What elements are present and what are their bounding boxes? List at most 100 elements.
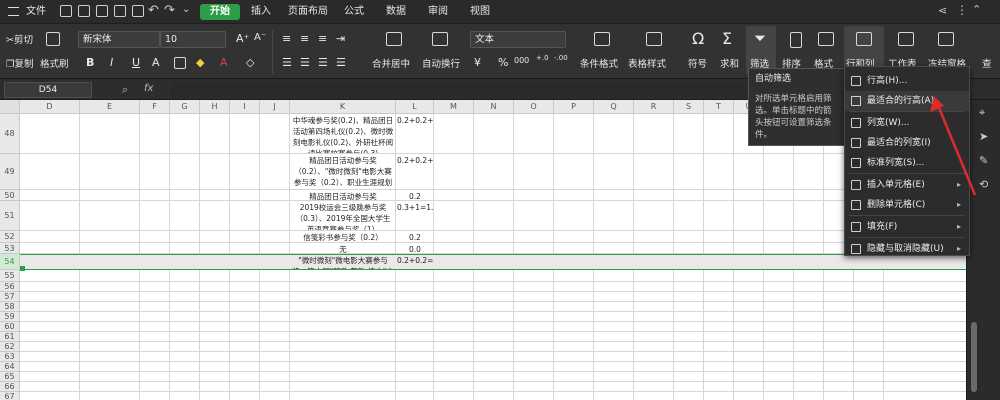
select-all-corner[interactable]	[0, 100, 20, 114]
row-header[interactable]: 57	[0, 292, 20, 302]
border-icon[interactable]	[174, 57, 186, 69]
row-header[interactable]: 56	[0, 282, 20, 292]
column-header-e[interactable]: E	[80, 100, 140, 114]
tab-start[interactable]: 开始	[200, 4, 240, 20]
vertical-scrollbar[interactable]	[971, 322, 977, 392]
column-header-t[interactable]: T	[704, 100, 734, 114]
bold-button[interactable]: B	[86, 56, 94, 69]
wrap-text-icon[interactable]	[432, 32, 448, 46]
cell-l[interactable]	[397, 271, 433, 281]
row-header[interactable]: 67	[0, 392, 20, 400]
cell-k[interactable]	[292, 353, 394, 361]
row-header[interactable]: 65	[0, 372, 20, 382]
cell-k[interactable]	[292, 323, 394, 331]
more-icon[interactable]: ⋮	[956, 3, 968, 17]
cell-k[interactable]: 精品团日活动参与奖	[292, 191, 394, 200]
cell-l[interactable]	[397, 393, 433, 400]
decrease-font-icon[interactable]: A⁻	[254, 32, 266, 43]
column-header-h[interactable]: H	[200, 100, 230, 114]
zoom-search-icon[interactable]: ⌕	[122, 83, 128, 97]
cell-k[interactable]	[292, 313, 394, 321]
cell-k[interactable]	[292, 383, 394, 391]
select-arrow-icon[interactable]: ⌖	[979, 106, 985, 120]
row-header[interactable]: 59	[0, 312, 20, 322]
currency-icon[interactable]: ¥	[474, 56, 481, 69]
column-header-k[interactable]: K	[290, 100, 396, 114]
fx-label[interactable]: fx	[144, 83, 153, 94]
paintbrush-icon[interactable]	[46, 32, 60, 46]
cell-k[interactable]: 中华魂参与奖(0.2)、精品团日活动第四场礼仪(0.2)、微时微刻电影礼仪(0.…	[292, 115, 394, 153]
cell-k[interactable]: 2019校运会三级跳参与奖（0.3）、2019年全国大学生英语竞赛参与奖（1）	[292, 202, 394, 230]
cell-k[interactable]	[292, 271, 394, 281]
strikethrough-button[interactable]: A	[152, 56, 160, 69]
align-left-icon[interactable]: ☰	[282, 56, 292, 69]
cell-k[interactable]: 精品团日活动参与奖（0.2）、"微时微刻"电影大赛参与奖（0.2）、职业生涯规划…	[292, 155, 394, 189]
row-header[interactable]: 50	[0, 190, 20, 201]
conditional-format-icon[interactable]	[594, 32, 610, 46]
row-header[interactable]: 58	[0, 302, 20, 312]
menu-icon[interactable]	[8, 7, 19, 16]
conditional-format-button[interactable]: 条件格式	[580, 56, 618, 70]
menu-item-column-width[interactable]: 列宽(W)...	[845, 113, 969, 133]
thousands-button[interactable]: 000	[514, 56, 529, 65]
menu-item-delete-cell[interactable]: 删除单元格(C) ▸	[845, 195, 969, 215]
decrease-decimal-button[interactable]: -.00	[554, 54, 568, 62]
font-size-select[interactable]: 10	[160, 31, 226, 48]
undo-icon[interactable]: ↶	[148, 3, 159, 18]
freeze-pane-icon[interactable]	[938, 32, 954, 46]
cell-k[interactable]	[292, 283, 394, 291]
column-header-p[interactable]: P	[554, 100, 594, 114]
italic-button[interactable]: I	[110, 56, 113, 69]
comment-icon[interactable]: ✎	[979, 154, 988, 167]
cut-button[interactable]: ✂剪切	[6, 32, 33, 46]
font-name-select[interactable]: 新宋体	[78, 31, 160, 48]
column-header-r[interactable]: R	[634, 100, 674, 114]
row-header[interactable]: 60	[0, 322, 20, 332]
export-icon[interactable]	[96, 5, 108, 17]
cell-l[interactable]: 0.2+0.2=0.4	[397, 255, 433, 269]
row-header[interactable]: 61	[0, 332, 20, 342]
column-header-n[interactable]: N	[474, 100, 514, 114]
find-button[interactable]: 查	[982, 56, 992, 70]
cell-l[interactable]	[397, 333, 433, 341]
percent-button[interactable]: %	[498, 56, 508, 69]
cell-l[interactable]: 0.2	[397, 232, 433, 242]
cell-l[interactable]	[397, 303, 433, 311]
cell-k[interactable]: 无	[292, 244, 394, 253]
format-icon[interactable]	[818, 32, 834, 46]
funnel-filter-icon[interactable]: ⏷	[754, 29, 766, 47]
increase-font-icon[interactable]: A⁺	[236, 32, 249, 45]
wrap-text-button[interactable]: 自动换行	[422, 56, 460, 70]
cell-l[interactable]	[397, 343, 433, 351]
menu-item-hide-unhide[interactable]: 隐藏与取消隐藏(U) ▸	[845, 239, 969, 259]
align-top-icon[interactable]: ≡	[282, 32, 291, 45]
menu-item-best-fit-column[interactable]: 最适合的列宽(I)	[845, 133, 969, 153]
column-header-g[interactable]: G	[170, 100, 200, 114]
merge-cells-icon[interactable]	[386, 32, 402, 46]
chevron-down-icon[interactable]: ⌄	[182, 4, 190, 15]
column-header-s[interactable]: S	[674, 100, 704, 114]
active-cell-handle[interactable]	[20, 266, 25, 271]
save-icon[interactable]	[78, 5, 90, 17]
cell-l[interactable]	[397, 373, 433, 381]
menu-file[interactable]: 文件	[20, 4, 52, 20]
merge-center-button[interactable]: 合并居中	[372, 56, 410, 70]
print-icon[interactable]	[114, 5, 126, 17]
row-header[interactable]: 54	[0, 254, 20, 270]
cell-k[interactable]	[292, 343, 394, 351]
number-format-select[interactable]: 文本	[470, 31, 566, 48]
name-box[interactable]: D54	[4, 82, 92, 98]
cell-l[interactable]: 0.2+0.2+0.2+0.3=0.9	[397, 115, 433, 153]
menu-item-insert-cell[interactable]: 插入单元格(E) ▸	[845, 175, 969, 195]
table-style-button[interactable]: 表格样式	[628, 56, 666, 70]
row-header[interactable]: 52	[0, 231, 20, 243]
cell-k[interactable]	[292, 363, 394, 371]
row-header[interactable]: 55	[0, 270, 20, 282]
clear-format-icon[interactable]: ◇	[246, 56, 254, 69]
cell-l[interactable]: 0.3+1=1.3	[397, 202, 433, 230]
font-color-icon[interactable]: A	[220, 56, 228, 69]
column-header-i[interactable]: I	[230, 100, 260, 114]
menu-item-fill[interactable]: 填充(F) ▸	[845, 217, 969, 237]
redo-icon[interactable]: ↷	[164, 3, 175, 18]
row-header[interactable]: 62	[0, 342, 20, 352]
